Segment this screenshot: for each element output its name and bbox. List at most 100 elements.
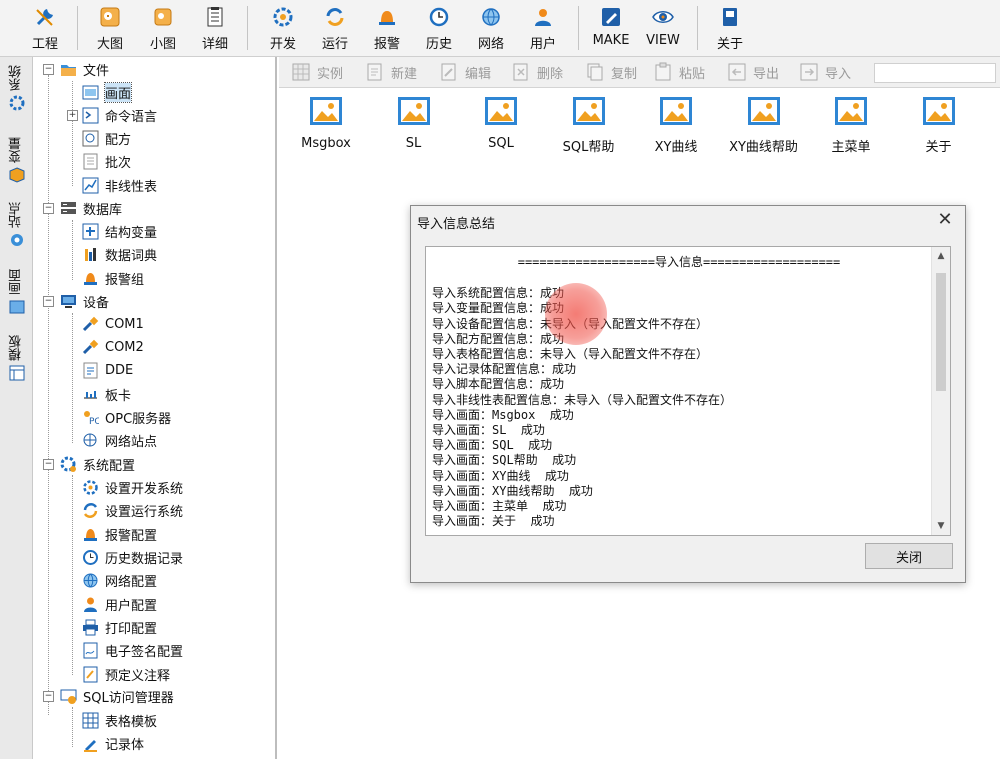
tree-item-dde[interactable]: DDE	[82, 359, 133, 381]
log-line: 导入画面：SL 成功	[432, 423, 545, 438]
tree-folder-database[interactable]: 数据库	[60, 197, 122, 219]
alarm-bell-icon	[84, 272, 97, 285]
user-button[interactable]: 用户	[518, 4, 568, 52]
expander-file[interactable]: −	[43, 64, 54, 75]
close-icon[interactable]: ✕	[935, 210, 955, 230]
tree-item-record-set[interactable]: 记录体	[82, 732, 144, 754]
tree-item-run-system-settings[interactable]: 设置运行系统	[82, 499, 183, 521]
tree-item-history-record[interactable]: 历史数据记录	[82, 546, 183, 568]
log-line: 导入记录体配置信息：成功	[432, 362, 577, 377]
view-eye-icon	[652, 6, 674, 28]
expander-system-config[interactable]: −	[43, 459, 54, 470]
expander-device[interactable]: −	[43, 296, 54, 307]
screen-item[interactable]: SQL	[456, 96, 546, 151]
tree-folder-sql-manager[interactable]: SQL访问管理器	[60, 685, 174, 707]
tree-item-recipe[interactable]: 配方	[82, 127, 131, 149]
import-log-box[interactable]: ===================导入信息=================…	[425, 246, 951, 536]
export-button[interactable]: 导出	[727, 61, 779, 83]
tree-item-network-site[interactable]: 网络站点	[82, 429, 157, 451]
tree-item-data-dictionary[interactable]: 数据词典	[82, 243, 157, 265]
scroll-thumb[interactable]	[936, 273, 946, 391]
project-tree: − 文件 画面 + 命令语言 配方 批次 非线性表 − 数据库 结构变量 数据词…	[34, 57, 277, 759]
tree-item-alarm-config[interactable]: 报警配置	[82, 523, 157, 545]
tree-folder-device[interactable]: 设备	[60, 290, 109, 312]
tree-item-command-language[interactable]: 命令语言	[82, 104, 157, 126]
tab-screens[interactable]: 画面	[6, 269, 28, 315]
new-button[interactable]: 新建	[365, 61, 417, 83]
import-arrow-icon	[800, 63, 818, 81]
log-line: 导入配方配置信息：成功	[432, 331, 565, 346]
screen-picture-icon	[835, 97, 867, 125]
copy-button[interactable]: 复制	[585, 61, 637, 83]
tab-templates[interactable]: 模板	[6, 335, 28, 381]
log-line: 导入画面：SQL 成功	[432, 438, 553, 453]
make-pencil-icon	[600, 6, 622, 28]
screen-item[interactable]: 主菜单	[806, 96, 896, 155]
history-clock-icon	[83, 549, 98, 565]
import-summary-dialog: 导入信息总结 ✕ ===================导入信息========…	[410, 205, 966, 583]
tree-item-alarm-group[interactable]: 报警组	[82, 267, 144, 289]
screen-item[interactable]: Msgbox	[281, 96, 371, 151]
screen-item[interactable]: XY曲线帮助	[719, 96, 809, 155]
screen-item[interactable]: 关于	[894, 96, 984, 155]
tree-item-esign-config[interactable]: 电子签名配置	[82, 639, 183, 661]
tree-item-com2[interactable]: COM2	[82, 336, 144, 358]
screen-item[interactable]: SL	[369, 96, 459, 151]
screen-picture-icon	[747, 97, 780, 125]
dialog-title: 导入信息总结	[417, 217, 496, 232]
tree-item-opc-server[interactable]: PC OPC服务器	[82, 406, 171, 428]
expander-command-language[interactable]: +	[67, 110, 78, 121]
screen-item[interactable]: SQL帮助	[544, 96, 634, 155]
tree-folder-system-config[interactable]: 系统配置	[60, 453, 135, 475]
run-button[interactable]: 运行	[310, 4, 360, 52]
large-icons-button[interactable]: 大图	[85, 4, 135, 52]
instance-button[interactable]: 实例	[291, 61, 343, 83]
export-arrow-icon	[728, 63, 746, 81]
details-button[interactable]: 详细	[190, 4, 240, 52]
log-line: 导入表格配置信息：未导入（导入配置文件不存在）	[432, 347, 709, 362]
scroll-up-icon[interactable]: ▲	[932, 249, 950, 263]
small-icons-button[interactable]: 小图	[138, 4, 188, 52]
make-button[interactable]: MAKE	[586, 4, 636, 52]
network-site-icon	[83, 433, 97, 446]
tree-item-com1[interactable]: COM1	[82, 313, 144, 335]
network-button[interactable]: 网络	[466, 4, 516, 52]
screen-item[interactable]: XY曲线	[631, 96, 721, 155]
tree-item-batch[interactable]: 批次	[82, 150, 131, 172]
edit-button[interactable]: 编辑	[439, 61, 491, 83]
board-card-icon	[84, 390, 97, 399]
expander-database[interactable]: −	[43, 203, 54, 214]
develop-button[interactable]: 开发	[258, 4, 308, 52]
toolbar-search-field[interactable]	[874, 63, 996, 83]
alarm-button[interactable]: 报警	[362, 4, 412, 52]
tree-item-nonlinear-table[interactable]: 非线性表	[82, 174, 157, 196]
command-icon	[82, 107, 99, 123]
import-button[interactable]: 导入	[799, 61, 851, 83]
tree-item-user-config[interactable]: 用户配置	[82, 593, 157, 615]
tree-item-dev-system-settings[interactable]: 设置开发系统	[82, 476, 183, 498]
view-button[interactable]: VIEW	[638, 4, 688, 52]
tab-variables[interactable]: 变量	[6, 137, 28, 183]
develop-gear-icon	[272, 6, 294, 28]
tree-folder-file[interactable]: 文件	[60, 58, 109, 80]
tree-item-network-config[interactable]: 网络配置	[82, 569, 157, 591]
tree-item-screens[interactable]: 画面	[82, 81, 133, 103]
log-scrollbar[interactable]: ▲ ▼	[931, 247, 950, 535]
about-button[interactable]: 关于	[705, 4, 755, 52]
tab-system[interactable]: 系统	[6, 65, 28, 111]
paste-button[interactable]: 粘贴	[653, 61, 705, 83]
history-button[interactable]: 历史	[414, 4, 464, 52]
tree-item-predefined-comments[interactable]: 预定义注释	[82, 663, 170, 685]
log-line: 导入设备配置信息：未导入（导入配置文件不存在）	[432, 316, 709, 331]
site-icon	[11, 234, 23, 246]
tree-item-board[interactable]: 板卡	[82, 383, 131, 405]
tree-item-struct-variable[interactable]: 结构变量	[82, 220, 157, 242]
tree-item-table-template[interactable]: 表格模板	[82, 709, 157, 731]
close-button[interactable]: 关闭	[865, 543, 953, 569]
delete-button[interactable]: 删除	[511, 61, 563, 83]
tab-sites[interactable]: 站点	[6, 202, 28, 248]
scroll-down-icon[interactable]: ▼	[932, 519, 950, 533]
tree-item-print-config[interactable]: 打印配置	[82, 616, 157, 638]
expander-sql-manager[interactable]: −	[43, 691, 54, 702]
project-button[interactable]: 工程	[20, 4, 70, 52]
